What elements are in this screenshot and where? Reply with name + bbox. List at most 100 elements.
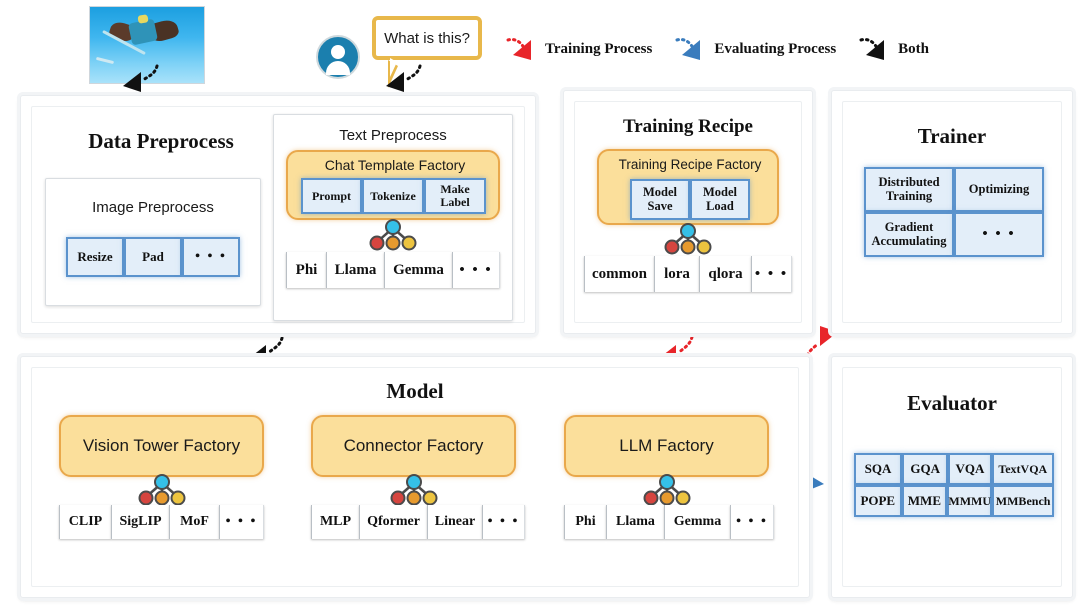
panel-model[interactable]: Model Vision Tower Factory CLIP SigLIP M…	[20, 356, 810, 598]
optrow-llm: Phi Llama Gemma • • •	[564, 505, 774, 539]
user-question-text: What is this?	[384, 29, 470, 47]
chip-mme[interactable]: MME	[901, 485, 948, 517]
legend: Training Process Evaluating Process Both	[505, 32, 947, 66]
chiprow-image-preprocess: Resize Pad • • •	[66, 237, 240, 277]
legend-label-training: Training Process	[545, 40, 653, 57]
option-more-connector[interactable]: • • •	[482, 505, 525, 539]
optrow-chat-templates: Phi Llama Gemma • • •	[286, 252, 500, 288]
chip-model-save[interactable]: Model Save	[630, 179, 690, 220]
panel-title-trainer: Trainer	[917, 124, 987, 148]
factory-training-recipe[interactable]: Training Recipe Factory Model Save Model…	[597, 149, 779, 225]
kite-tail-secondary	[95, 56, 115, 65]
red-dotted-arrow-icon	[506, 38, 531, 60]
optrow-connector: MLP Qformer Linear • • •	[311, 505, 525, 539]
option-more-llm[interactable]: • • •	[730, 505, 774, 539]
chip-vqa[interactable]: VQA	[948, 453, 992, 485]
chipgrid-evaluator: SQA GQA VQA TextVQA POPE MME MMMU MMBenc…	[854, 453, 1054, 517]
panel-title-training-recipe: Training Recipe	[622, 116, 753, 137]
card-title-image-preprocess: Image Preprocess	[92, 199, 214, 216]
chip-sqa[interactable]: SQA	[854, 453, 903, 485]
card-image-preprocess[interactable]: Image Preprocess Resize Pad • • •	[45, 178, 261, 306]
legend-item-evaluating: Evaluating Process	[674, 34, 836, 64]
chiprow-training-recipe: Model Save Model Load	[630, 179, 750, 220]
legend-item-training: Training Process	[505, 34, 652, 64]
black-dotted-arrow-icon	[859, 38, 885, 60]
factory-vision-tower[interactable]: Vision Tower Factory	[59, 415, 264, 477]
chip-model-load[interactable]: Model Load	[690, 179, 750, 220]
factory-title-training-recipe: Training Recipe Factory	[618, 157, 762, 172]
option-clip[interactable]: CLIP	[59, 505, 111, 539]
chip-prompt[interactable]: Prompt	[301, 178, 362, 214]
option-gemma-text[interactable]: Gemma	[384, 252, 452, 288]
option-mlp[interactable]: MLP	[311, 505, 359, 539]
card-text-preprocess[interactable]: Text Preprocess Chat Template Factory Pr…	[273, 114, 513, 321]
user-question-bubble: What is this?	[372, 16, 482, 88]
chip-gqa[interactable]: GQA	[902, 453, 949, 485]
legend-label-evaluating: Evaluating Process	[714, 40, 837, 57]
card-title-text-preprocess: Text Preprocess	[339, 127, 447, 144]
legend-label-both: Both	[898, 40, 930, 57]
panel-title-evaluator: Evaluator	[907, 391, 997, 415]
option-phi-llm[interactable]: Phi	[564, 505, 606, 539]
option-common[interactable]: common	[584, 256, 654, 292]
factory-tree-icon	[390, 474, 438, 506]
panel-title-data-preprocess: Data Preprocess	[88, 129, 234, 153]
chip-resize[interactable]: Resize	[66, 237, 124, 277]
option-more-recipe[interactable]: • • •	[751, 256, 792, 292]
factory-connector[interactable]: Connector Factory	[311, 415, 516, 477]
optrow-training-recipes: common lora qlora • • •	[584, 256, 792, 292]
chip-image-more[interactable]: • • •	[182, 237, 240, 277]
diagram-canvas: What is this? Training Process Evaluatin…	[0, 0, 1080, 609]
factory-tree-icon	[138, 474, 186, 506]
optrow-vision-tower: CLIP SigLIP MoF • • •	[59, 505, 264, 539]
legend-item-both: Both	[858, 34, 929, 64]
factory-tree-icon	[664, 223, 712, 255]
chip-mmbench[interactable]: MMBench	[992, 485, 1054, 517]
option-llama-llm[interactable]: Llama	[606, 505, 664, 539]
chip-gradient-accumulating[interactable]: Gradient Accumulating	[864, 212, 954, 257]
arrow-question-to-text-preprocess	[386, 64, 422, 92]
factory-title-llm: LLM Factory	[619, 435, 714, 455]
option-lora[interactable]: lora	[654, 256, 699, 292]
option-qformer[interactable]: Qformer	[359, 505, 427, 539]
arrow-image-to-data-preprocess	[123, 64, 159, 92]
option-mof[interactable]: MoF	[169, 505, 219, 539]
panel-training-recipe[interactable]: Training Recipe Training Recipe Factory …	[563, 90, 813, 334]
option-qlora[interactable]: qlora	[699, 256, 751, 292]
factory-chat-template[interactable]: Chat Template Factory Prompt Tokenize Ma…	[286, 150, 500, 220]
option-more-vision[interactable]: • • •	[219, 505, 264, 539]
factory-title-connector: Connector Factory	[343, 435, 484, 455]
avatar-body	[326, 61, 350, 75]
panel-trainer[interactable]: Trainer Distributed Training Optimizing …	[831, 90, 1073, 334]
user-avatar-icon	[316, 35, 360, 79]
chip-mmmu[interactable]: MMMU	[947, 485, 993, 517]
option-llama-text[interactable]: Llama	[326, 252, 384, 288]
chipgrid-trainer: Distributed Training Optimizing Gradient…	[864, 167, 1044, 257]
blue-dotted-arrow-icon	[675, 38, 701, 60]
factory-title-chat-template: Chat Template Factory	[324, 157, 466, 173]
chip-trainer-more[interactable]: • • •	[954, 212, 1044, 257]
chip-make-label[interactable]: Make Label	[424, 178, 486, 214]
factory-tree-icon	[369, 219, 417, 251]
factory-tree-icon	[643, 474, 691, 506]
chiprow-chat-template: Prompt Tokenize Make Label	[301, 178, 486, 214]
panel-evaluator[interactable]: Evaluator SQA GQA VQA TextVQA POPE MME M…	[831, 356, 1073, 598]
panel-data-preprocess[interactable]: Data Preprocess Image Preprocess Resize …	[20, 95, 536, 334]
chip-textvqa[interactable]: TextVQA	[991, 453, 1054, 485]
option-more-text[interactable]: • • •	[452, 252, 500, 288]
option-linear[interactable]: Linear	[427, 505, 482, 539]
panel-title-model: Model	[386, 379, 444, 403]
chip-distributed-training[interactable]: Distributed Training	[864, 167, 954, 212]
chip-tokenize[interactable]: Tokenize	[362, 178, 424, 214]
option-phi-text[interactable]: Phi	[286, 252, 326, 288]
option-siglip[interactable]: SigLIP	[111, 505, 169, 539]
chiprow-evaluator-1: SQA GQA VQA TextVQA	[854, 453, 1054, 485]
chip-pope[interactable]: POPE	[854, 485, 902, 517]
avatar-head	[331, 45, 345, 59]
factory-llm[interactable]: LLM Factory	[564, 415, 769, 477]
chip-optimizing[interactable]: Optimizing	[954, 167, 1044, 212]
chip-pad[interactable]: Pad	[124, 237, 182, 277]
option-gemma-llm[interactable]: Gemma	[664, 505, 730, 539]
chiprow-evaluator-2: POPE MME MMMU MMBench	[854, 485, 1054, 517]
factory-title-vision-tower: Vision Tower Factory	[82, 435, 241, 455]
